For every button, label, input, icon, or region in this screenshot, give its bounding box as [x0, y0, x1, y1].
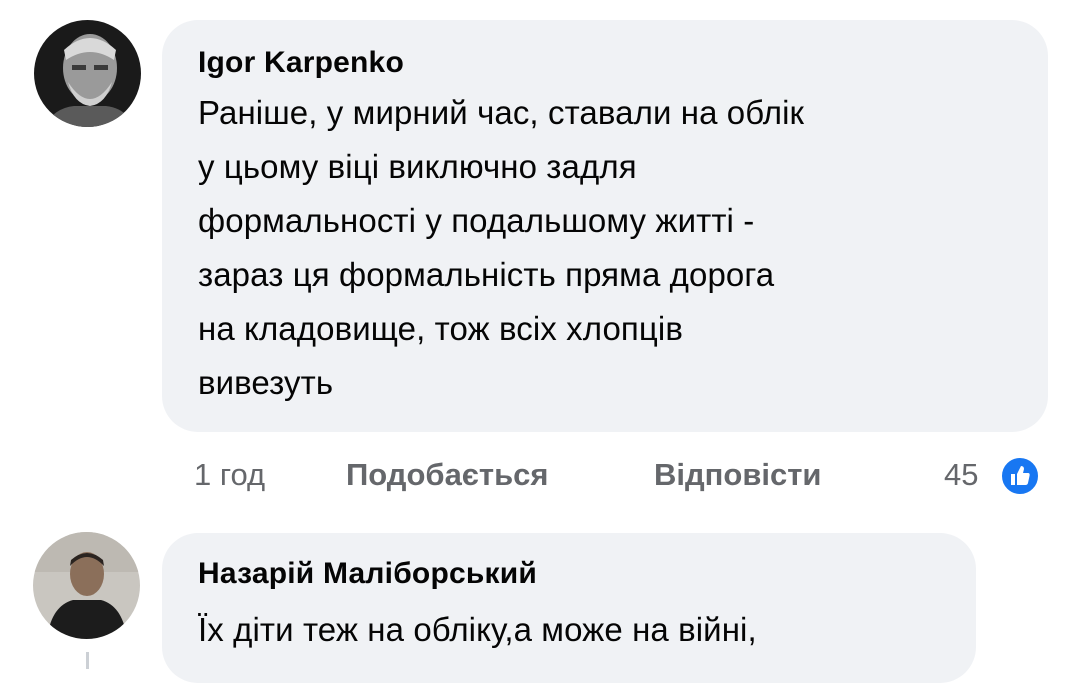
thumbs-up-icon[interactable]	[1000, 456, 1040, 496]
reaction-count[interactable]: 45	[944, 450, 978, 500]
comment-line: Раніше, у мирний час, ставали на облік	[198, 94, 805, 131]
thread-line	[86, 652, 89, 669]
comment-line: формальності у подальшому житті -	[198, 202, 755, 239]
comment-line: зараз ця формальність пряма дорога	[198, 256, 775, 293]
comment-text: Їх діти теж на обліку,а може на війні,	[198, 603, 940, 657]
reply-button[interactable]: Відповісти	[654, 450, 822, 500]
comment-line: у цьому віці виключно задля	[198, 148, 637, 185]
comment-bubble: Назарій Маліборський Їх діти теж на облі…	[162, 533, 976, 683]
comment-text: Раніше, у мирний час, ставали на облік у…	[198, 86, 1012, 410]
comment-line: вивезуть	[198, 364, 334, 401]
comment-author[interactable]: Назарій Маліборський	[198, 555, 940, 593]
comment-line: на кладовище, тож всіх хлопців	[198, 310, 683, 347]
comment-author[interactable]: Igor Karpenko	[198, 44, 1012, 82]
avatar[interactable]	[34, 20, 141, 127]
comment-bubble: Igor Karpenko Раніше, у мирний час, став…	[162, 20, 1048, 432]
comment-line: Їх діти теж на обліку,а може на війні,	[198, 611, 757, 648]
comment-timestamp[interactable]: 1 год	[194, 450, 265, 500]
avatar[interactable]	[33, 532, 140, 639]
like-button[interactable]: Подобається	[346, 450, 549, 500]
